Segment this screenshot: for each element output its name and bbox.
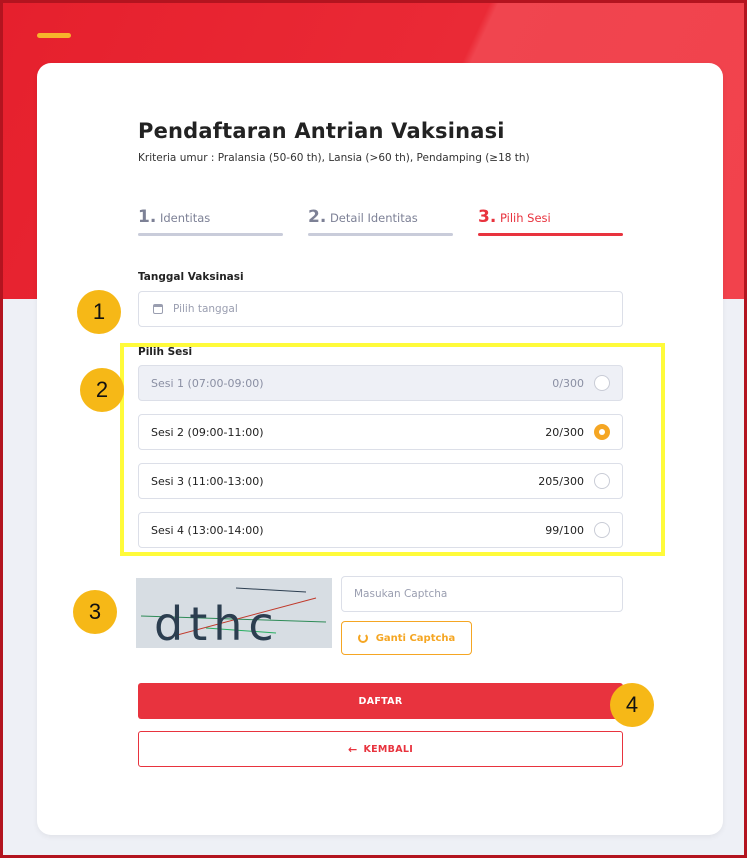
step-progress-bar: [478, 233, 623, 236]
step-number: 1.: [138, 207, 157, 227]
step-progress-bar: [308, 233, 453, 236]
step-progress-bar: [138, 233, 283, 236]
captcha-char: dthc: [154, 597, 280, 648]
captcha-placeholder: Masukan Captcha: [354, 588, 448, 600]
annotation-badge-2: 2: [80, 368, 124, 412]
captcha-noise-line: [235, 587, 307, 593]
captcha-graphic: dthc: [140, 587, 327, 648]
arrow-left-icon: ←: [347, 742, 358, 756]
menu-icon[interactable]: [37, 33, 71, 38]
refresh-captcha-label: Ganti Captcha: [375, 632, 456, 644]
age-criteria-text: Kriteria umur : Pralansia (50-60 th), La…: [138, 152, 530, 164]
back-label: KEMBALI: [363, 743, 414, 755]
step-label: Identitas: [159, 211, 211, 225]
date-placeholder: Pilih tanggal: [173, 303, 238, 315]
step-label: Pilih Sesi: [499, 211, 551, 225]
app-frame: Pendaftaran Antrian Vaksinasi Kriteria u…: [0, 0, 747, 858]
captcha-input[interactable]: Masukan Captcha: [341, 576, 623, 612]
step-pilih-sesi[interactable]: 3. Pilih Sesi: [478, 207, 623, 237]
submit-label: DAFTAR: [358, 695, 403, 707]
step-label: Detail Identitas: [329, 211, 418, 225]
step-detail-identitas[interactable]: 2. Detail Identitas: [308, 207, 453, 237]
date-label: Tanggal Vaksinasi: [138, 271, 244, 283]
calendar-icon: [153, 304, 163, 314]
annotation-badge-1: 1: [77, 290, 121, 334]
page-title: Pendaftaran Antrian Vaksinasi: [138, 119, 505, 143]
session-highlight-box: [120, 343, 665, 556]
submit-button[interactable]: DAFTAR: [138, 683, 623, 719]
refresh-captcha-button[interactable]: Ganti Captcha: [341, 621, 472, 655]
step-number: 3.: [478, 207, 497, 227]
date-picker-input[interactable]: Pilih tanggal: [138, 291, 623, 327]
refresh-icon: [357, 633, 368, 643]
captcha-image: dthc: [136, 578, 332, 648]
annotation-badge-4: 4: [610, 683, 654, 727]
annotation-badge-3: 3: [73, 590, 117, 634]
step-number: 2.: [308, 207, 327, 227]
step-identitas[interactable]: 1. Identitas: [138, 207, 283, 237]
back-button[interactable]: ← KEMBALI: [138, 731, 623, 767]
